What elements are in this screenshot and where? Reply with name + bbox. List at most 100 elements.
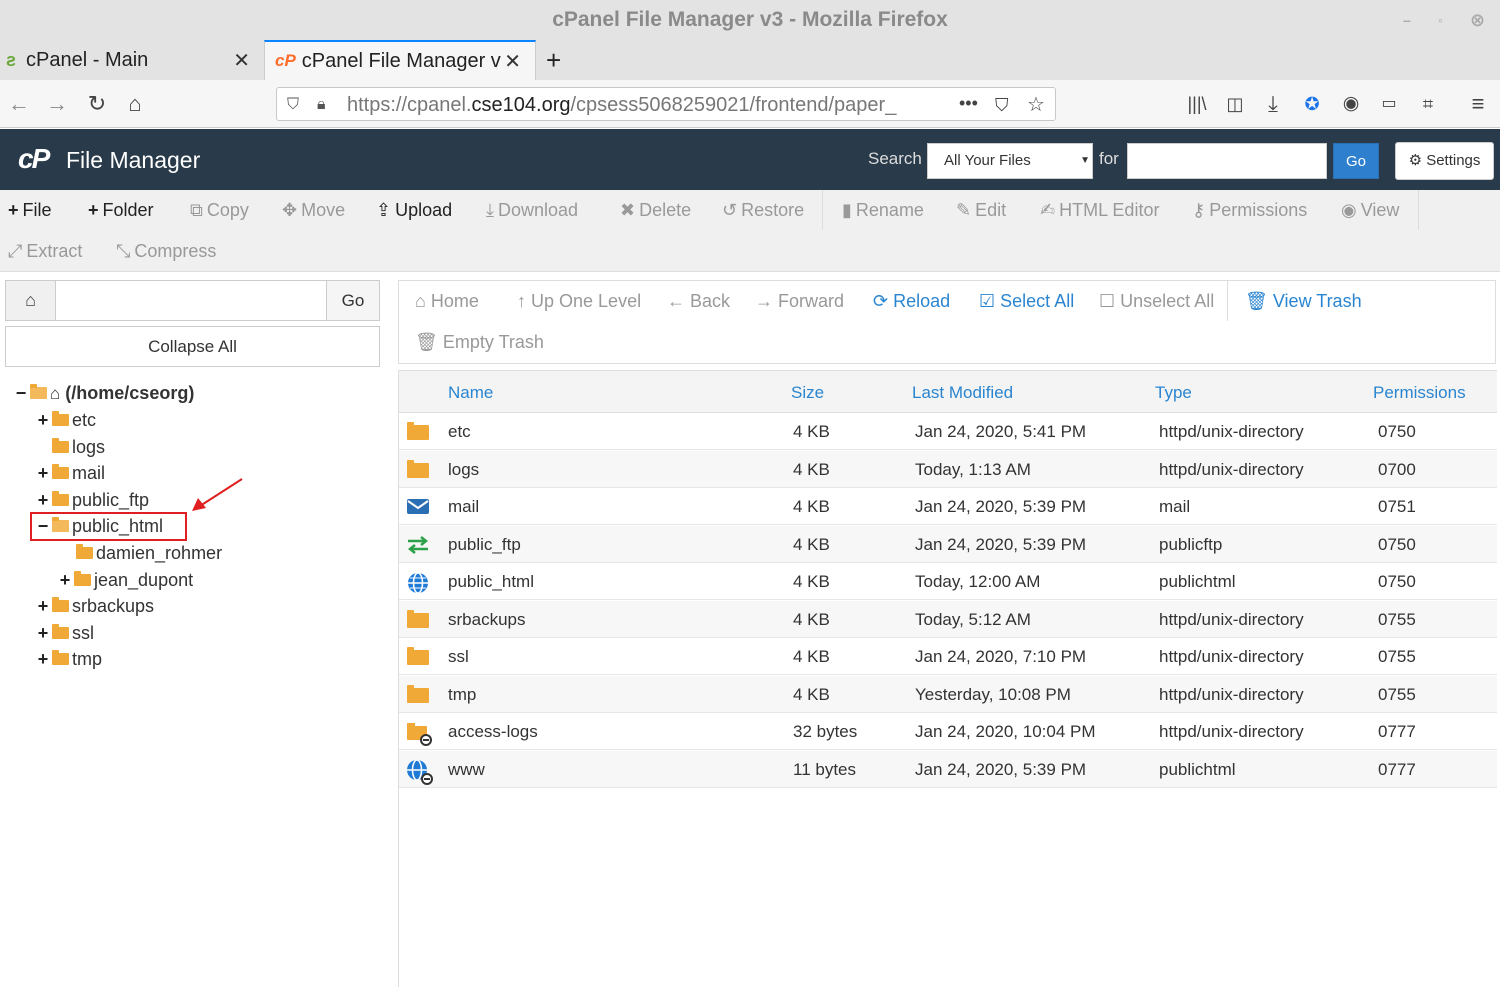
download-button[interactable]: ⤓ Download — [486, 190, 578, 230]
tree-root[interactable]: − ⌂ (/home/cseorg) — [14, 380, 195, 406]
extract-button[interactable]: ⤢ Extract — [8, 231, 82, 271]
html-editor-button[interactable]: ✍ HTML Editor — [1040, 190, 1159, 230]
tree-item-damien-rohmer[interactable]: damien_rohmer — [60, 540, 222, 566]
download-icon[interactable]: ⤓ — [1260, 80, 1286, 128]
plus-icon[interactable]: + — [36, 620, 50, 646]
restore-button[interactable]: ↺ Restore — [722, 190, 804, 230]
tree-item-logs[interactable]: logs — [36, 434, 105, 460]
reload-button[interactable]: ⟳ Reload — [873, 281, 950, 321]
tree-item-jean-dupont[interactable]: + jean_dupont — [58, 567, 193, 593]
table-row[interactable]: access-logs 32 bytes Jan 24, 2020, 10:04 P… — [399, 713, 1497, 750]
extension-icon[interactable]: ✪ — [1299, 80, 1325, 128]
forward-button[interactable]: → Forward — [755, 281, 844, 321]
more-dots-icon[interactable]: ••• — [959, 88, 978, 118]
cell-name[interactable]: tmp — [448, 676, 476, 713]
upload-button[interactable]: ⇪ Upload — [376, 190, 452, 230]
cell-name[interactable]: access-logs — [448, 713, 538, 750]
column-last-modified[interactable]: Last Modified — [912, 371, 1013, 414]
close-tab-icon[interactable]: ✕ — [233, 48, 250, 73]
plus-icon[interactable]: + — [36, 646, 50, 672]
cell-name[interactable]: ssl — [448, 638, 469, 675]
table-row[interactable]: srbackups 4 KB Today, 5:12 AM httpd/unix-di… — [399, 600, 1497, 638]
tree-item-etc[interactable]: + etc — [36, 407, 96, 433]
plus-icon[interactable]: + — [58, 567, 72, 593]
library-icon[interactable]: |||\ — [1184, 80, 1210, 128]
tree-item-tmp[interactable]: + tmp — [36, 646, 102, 672]
move-button[interactable]: ✥ Move — [282, 190, 345, 230]
account-icon[interactable]: ◉ — [1338, 80, 1364, 128]
minus-icon[interactable]: − — [14, 380, 28, 406]
folder-icon — [52, 624, 69, 640]
sidebar-icon[interactable]: ◫ — [1222, 80, 1248, 128]
column-permissions[interactable]: Permissions — [1373, 371, 1466, 414]
compress-button[interactable]: ⤡ Compress — [116, 231, 216, 271]
unselect-all-button[interactable]: ☐ Unselect All — [1099, 281, 1214, 321]
search-go-button[interactable]: Go — [1333, 143, 1379, 179]
cell-name[interactable]: public_ftp — [448, 526, 521, 563]
tab-cpanel-main[interactable]: ƨ cPanel - Main ✕ — [0, 40, 264, 80]
cell-name[interactable]: logs — [448, 451, 479, 488]
bookmark-star-icon[interactable]: ☆ — [1027, 88, 1045, 122]
forward-arrow-icon[interactable]: → — [44, 80, 70, 128]
edit-button[interactable]: ✎ Edit — [956, 190, 1006, 230]
rename-button[interactable]: ▮ Rename — [842, 190, 924, 230]
select-all-button[interactable]: ☑ Select All — [979, 281, 1074, 321]
table-row[interactable]: etc 4 KB Jan 24, 2020, 5:41 PM httpd/unix-d… — [399, 413, 1497, 450]
home-icon[interactable]: ⌂ — [6, 281, 56, 320]
cell-name[interactable]: etc — [448, 413, 471, 450]
tree-item-mail[interactable]: + mail — [36, 460, 105, 486]
column-size[interactable]: Size — [791, 371, 824, 414]
table-row[interactable]: ssl 4 KB Jan 24, 2020, 7:10 PM httpd/unix-d… — [399, 638, 1497, 675]
url-bar[interactable]: ⛉ 🔒︎ https://cpanel.cse104.org/cpsess506… — [276, 87, 1056, 121]
minimize-icon[interactable]: – — [1403, 0, 1411, 40]
table-row[interactable]: logs 4 KB Today, 1:13 AM httpd/unix-directo… — [399, 450, 1497, 488]
column-type[interactable]: Type — [1155, 371, 1192, 414]
tree-item-public-ftp[interactable]: + public_ftp — [36, 487, 149, 513]
home-icon[interactable]: ⌂ — [122, 80, 148, 128]
pocket-icon[interactable]: ⛉ — [995, 88, 1009, 122]
plus-icon[interactable]: + — [36, 593, 50, 619]
table-row[interactable]: public_ftp 4 KB Jan 24, 2020, 5:39 PM publi… — [399, 525, 1497, 563]
view-trash-button[interactable]: 🗑︎ View Trash — [1245, 281, 1362, 321]
plus-icon[interactable]: + — [36, 407, 50, 433]
copy-button[interactable]: ⧉ Copy — [190, 190, 249, 230]
new-folder-button[interactable]: + Folder — [88, 190, 154, 230]
delete-button[interactable]: ✖ Delete — [620, 190, 691, 230]
cell-name[interactable]: mail — [448, 488, 479, 525]
column-name[interactable]: Name — [448, 371, 493, 414]
home-button[interactable]: ⌂ Home — [415, 281, 479, 321]
back-arrow-icon[interactable]: ← — [6, 80, 32, 128]
permissions-button[interactable]: ⚷ Permissions — [1192, 190, 1307, 230]
maximize-icon[interactable]: ◦ — [1438, 0, 1443, 40]
path-input[interactable] — [57, 281, 327, 320]
table-row[interactable]: tmp 4 KB Yesterday, 10:08 PM httpd/unix-dir… — [399, 675, 1497, 713]
plus-icon[interactable]: + — [36, 460, 50, 486]
view-button[interactable]: ◉ View — [1341, 190, 1399, 230]
crop-icon[interactable]: ⌗ — [1415, 80, 1441, 128]
new-file-button[interactable]: + File — [8, 190, 52, 230]
tree-item-ssl[interactable]: + ssl — [36, 620, 94, 646]
screen-icon[interactable]: ▭ — [1376, 80, 1402, 128]
up-one-level-button[interactable]: ↑ Up One Level — [517, 281, 641, 321]
new-tab-icon[interactable]: + — [546, 40, 570, 80]
settings-button[interactable]: ⚙ Settings — [1395, 142, 1494, 180]
search-input[interactable] — [1127, 143, 1327, 179]
cell-name[interactable]: www — [448, 751, 485, 788]
search-scope-select[interactable]: All Your Files ▼ — [927, 143, 1093, 179]
path-go-button[interactable]: Go — [326, 281, 379, 320]
reload-icon[interactable]: ↻ — [84, 80, 110, 128]
collapse-all-button[interactable]: Collapse All — [5, 326, 380, 367]
table-row[interactable]: mail 4 KB Jan 24, 2020, 5:39 PM mail 0751 — [399, 488, 1497, 525]
hamburger-menu-icon[interactable]: ≡ — [1465, 80, 1491, 128]
table-row[interactable]: www 11 bytes Jan 24, 2020, 5:39 PM publicht… — [399, 750, 1497, 788]
table-row[interactable]: public_html 4 KB Today, 12:00 AM publichtml… — [399, 563, 1497, 600]
cell-name[interactable]: srbackups — [448, 601, 525, 638]
cell-name[interactable]: public_html — [448, 563, 534, 600]
plus-icon[interactable]: + — [36, 487, 50, 513]
close-tab-icon[interactable]: ✕ — [504, 49, 521, 74]
tab-file-manager[interactable]: cP cPanel File Manager v ✕ — [264, 40, 536, 80]
back-button[interactable]: ← Back — [667, 281, 730, 321]
empty-trash-button[interactable]: 🗑︎ Empty Trash — [415, 322, 544, 362]
tree-item-srbackups[interactable]: + srbackups — [36, 593, 154, 619]
close-window-icon[interactable]: ⊗ — [1470, 0, 1485, 40]
